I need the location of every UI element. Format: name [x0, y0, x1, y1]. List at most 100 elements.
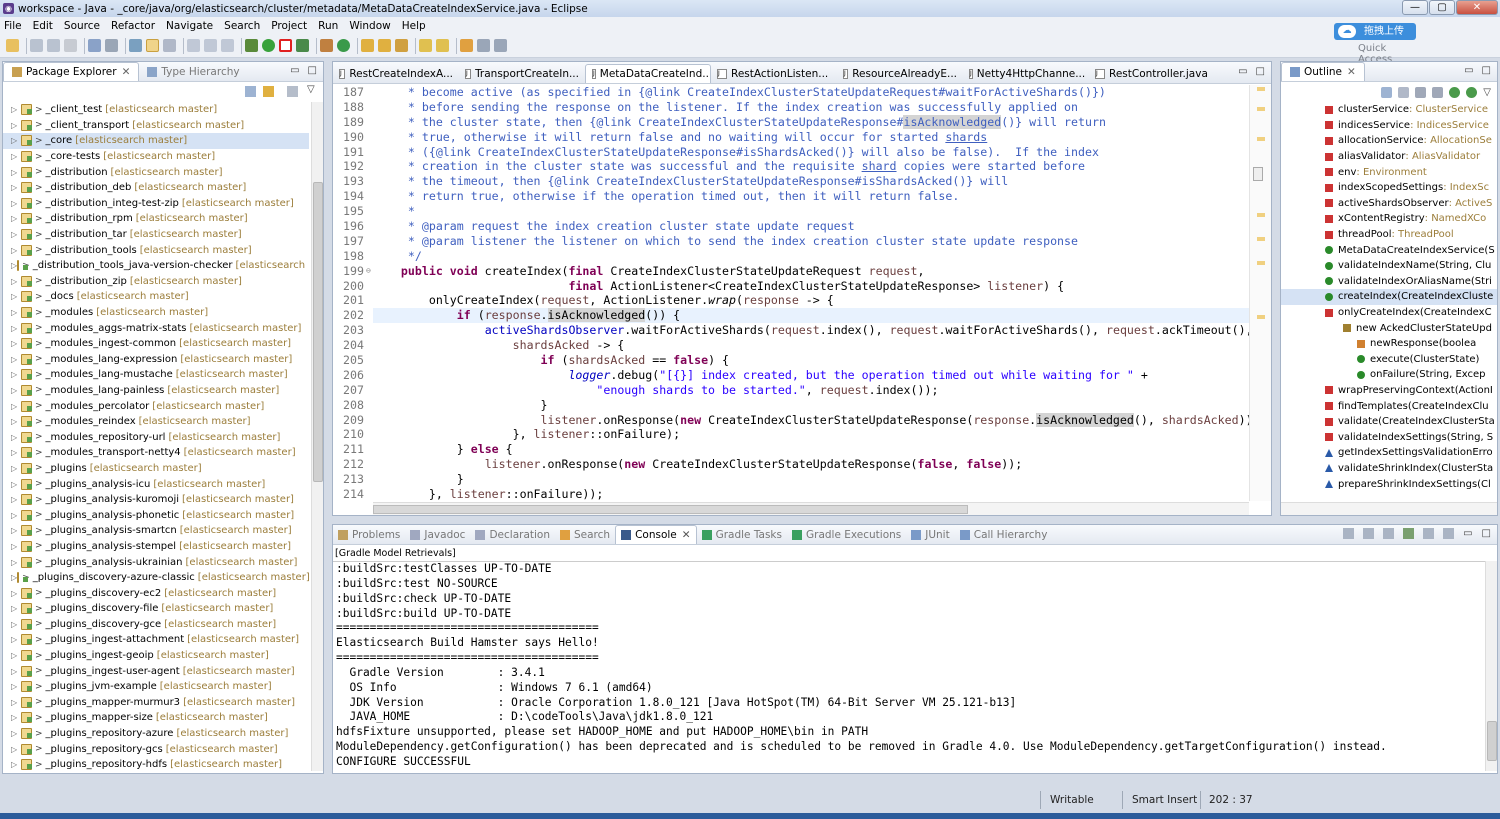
outline-item[interactable]: getIndexSettingsValidationErro	[1281, 445, 1497, 461]
menu-run[interactable]: Run	[318, 20, 338, 32]
project-item[interactable]: ▷ > _distribution_tar [elasticsearch master…	[3, 227, 309, 243]
clear-console-icon[interactable]	[1343, 528, 1355, 539]
tab-declaration[interactable]: Declaration	[470, 525, 555, 544]
expand-arrow-icon[interactable]: ▷	[11, 745, 21, 754]
editor-tab[interactable]: J RestController.java	[1089, 64, 1215, 83]
outline-item[interactable]: wrapPreservingContext(ActionI	[1281, 383, 1497, 399]
tab-type-hierarchy[interactable]: Type Hierarchy	[139, 62, 247, 81]
tab-javadoc[interactable]: Javadoc	[405, 525, 470, 544]
collapse-all-icon[interactable]	[1381, 86, 1393, 98]
menu-source[interactable]: Source	[64, 20, 100, 32]
pin-console-icon[interactable]	[1403, 528, 1415, 539]
hide-static-icon[interactable]	[1432, 86, 1444, 98]
debug-icon[interactable]	[245, 39, 258, 52]
toggle-word-wrap-icon[interactable]	[146, 39, 159, 52]
project-item[interactable]: ▷ > _modules_lang-expression [elasticsearch…	[3, 352, 309, 368]
outline-item[interactable]: MetaDataCreateIndexService(S	[1281, 242, 1497, 258]
display-console-icon[interactable]	[1423, 528, 1435, 539]
minimize-view-icon[interactable]: ▭	[1464, 65, 1473, 76]
menu-refactor[interactable]: Refactor	[111, 20, 155, 32]
maximize-view-icon[interactable]: □	[1482, 528, 1491, 539]
project-item[interactable]: ▷ > _modules_lang-mustache [elasticsearch m…	[3, 367, 309, 383]
expand-arrow-icon[interactable]: ▷	[11, 542, 21, 551]
hide-fields-icon[interactable]	[1415, 86, 1427, 98]
project-item[interactable]: ▷ > _plugins_discovery-ec2 [elasticsearch m…	[3, 585, 309, 601]
expand-arrow-icon[interactable]: ▷	[11, 370, 21, 379]
view-menu-icon[interactable]: ▽	[307, 84, 315, 95]
outline-item[interactable]: newResponse(boolea	[1281, 336, 1497, 352]
editor-tab[interactable]: J TransportCreateIn...	[459, 64, 585, 83]
link-with-editor-icon[interactable]	[263, 86, 274, 97]
expand-arrow-icon[interactable]: ▷	[11, 168, 21, 177]
project-item[interactable]: ▷ > _modules_repository-url [elasticsearch …	[3, 429, 309, 445]
project-item[interactable]: ▷ > _docs [elasticsearch master]	[3, 289, 309, 305]
quick-access[interactable]: ☁ 拖拽上传 Quick Access	[1334, 20, 1416, 65]
project-item[interactable]: ▷>_distribution_tools_java-version-check…	[3, 258, 309, 274]
outline-item[interactable]: env : Environment	[1281, 164, 1497, 180]
expand-arrow-icon[interactable]: ▷	[11, 713, 21, 722]
menu-edit[interactable]: Edit	[33, 20, 53, 32]
show-source-icon[interactable]	[204, 39, 217, 52]
project-item[interactable]: ▷ > _plugins_discovery-gce [elasticsearch m…	[3, 617, 309, 633]
toggle-breadcrumb-icon[interactable]	[221, 39, 234, 52]
outline-item[interactable]: indexScopedSettings : IndexSc	[1281, 180, 1497, 196]
tab-call-hierarchy[interactable]: Call Hierarchy	[955, 525, 1053, 544]
tab-outline[interactable]: Outline ✕	[1281, 62, 1365, 81]
expand-arrow-icon[interactable]: ▷	[11, 136, 21, 145]
scroll-lock-icon[interactable]	[1363, 528, 1375, 539]
expand-arrow-icon[interactable]: ▷	[11, 105, 21, 114]
outline-item[interactable]: validateIndexOrAliasName(Stri	[1281, 274, 1497, 290]
outline-item[interactable]: clusterService : ClusterService	[1281, 102, 1497, 118]
word-wrap-icon[interactable]	[1383, 528, 1395, 539]
expand-arrow-icon[interactable]: ▷	[11, 511, 21, 520]
close-tab-icon[interactable]: ✕	[682, 529, 691, 541]
outline-item[interactable]: allocationService : AllocationSe	[1281, 133, 1497, 149]
fold-icon[interactable]: ⊖	[366, 264, 371, 279]
tab-package-explorer[interactable]: Package Explorer ✕	[3, 62, 140, 81]
minimize-button[interactable]: —	[1402, 0, 1428, 15]
project-item[interactable]: ▷ > _plugins_ingest-attachment [elasticsear…	[3, 632, 309, 648]
expand-arrow-icon[interactable]: ▷	[11, 433, 21, 442]
expand-arrow-icon[interactable]: ▷	[11, 698, 21, 707]
hide-nonpublic-icon[interactable]	[1449, 86, 1461, 98]
cloud-upload-widget[interactable]: ☁ 拖拽上传	[1334, 23, 1416, 40]
project-item[interactable]: ▷ > _plugins_repository-azure [elasticsearc…	[3, 726, 309, 742]
project-item[interactable]: ▷ > _distribution_integ-test-zip [elasticse…	[3, 196, 309, 212]
expand-arrow-icon[interactable]: ▷	[11, 635, 21, 644]
expand-arrow-icon[interactable]: ▷	[11, 324, 21, 333]
previous-annotation-icon[interactable]	[436, 39, 449, 52]
expand-arrow-icon[interactable]: ▷	[11, 121, 21, 130]
project-item[interactable]: ▷ > _distribution_deb [elasticsearch master…	[3, 180, 309, 196]
maximize-view-icon[interactable]: □	[1482, 65, 1491, 76]
tab-console[interactable]: Console ✕	[615, 525, 697, 544]
project-item[interactable]: ▷ > _plugins_repository-hdfs [elasticsearch…	[3, 757, 309, 771]
expand-arrow-icon[interactable]: ▷	[11, 480, 21, 489]
open-console-icon[interactable]	[1443, 528, 1455, 539]
focus-icon[interactable]	[287, 86, 298, 97]
expand-arrow-icon[interactable]: ▷	[11, 448, 21, 457]
overview-ruler[interactable]	[1249, 85, 1271, 501]
expand-arrow-icon[interactable]: ▷	[11, 386, 21, 395]
expand-arrow-icon[interactable]: ▷	[11, 308, 21, 317]
project-item[interactable]: ▷ > _plugins_ingest-geoip [elasticsearch ma…	[3, 648, 309, 664]
expand-arrow-icon[interactable]: ▷	[11, 214, 21, 223]
tab-gradle-tasks[interactable]: Gradle Tasks	[697, 525, 787, 544]
outline-item[interactable]: prepareShrinkIndexSettings(Cl	[1281, 476, 1497, 492]
project-item[interactable]: ▷ > _distribution_rpm [elasticsearch master…	[3, 211, 309, 227]
expand-arrow-icon[interactable]: ▷	[11, 667, 21, 676]
close-button[interactable]: ✕	[1456, 0, 1498, 15]
print-icon[interactable]	[64, 39, 77, 52]
minimize-view-icon[interactable]: ▭	[290, 65, 299, 76]
menu-search[interactable]: Search	[224, 20, 260, 32]
outline-item[interactable]: new AckedClusterStateUpd	[1281, 320, 1497, 336]
code-editor[interactable]: 187 188 189 190 191 192 193 194 195 196 197 198 199 ⊖…	[333, 85, 1249, 501]
expand-arrow-icon[interactable]: ▷	[11, 464, 21, 473]
expand-arrow-icon[interactable]: ▷	[11, 558, 21, 567]
editor-tab[interactable]: J RestActionListen...	[711, 64, 837, 83]
run-dropdown-icon[interactable]	[279, 39, 292, 52]
outline-item[interactable]: findTemplates(CreateIndexClu	[1281, 398, 1497, 414]
project-item[interactable]: ▷ > _plugins_analysis-kuromoji [elasticsear…	[3, 492, 309, 508]
project-item[interactable]: ▷ > _plugins_analysis-icu [elasticsearch ma…	[3, 476, 309, 492]
maximize-editor-icon[interactable]: □	[1256, 66, 1265, 77]
project-item[interactable]: ▷ > _modules_percolator [elasticsearch mast…	[3, 398, 309, 414]
